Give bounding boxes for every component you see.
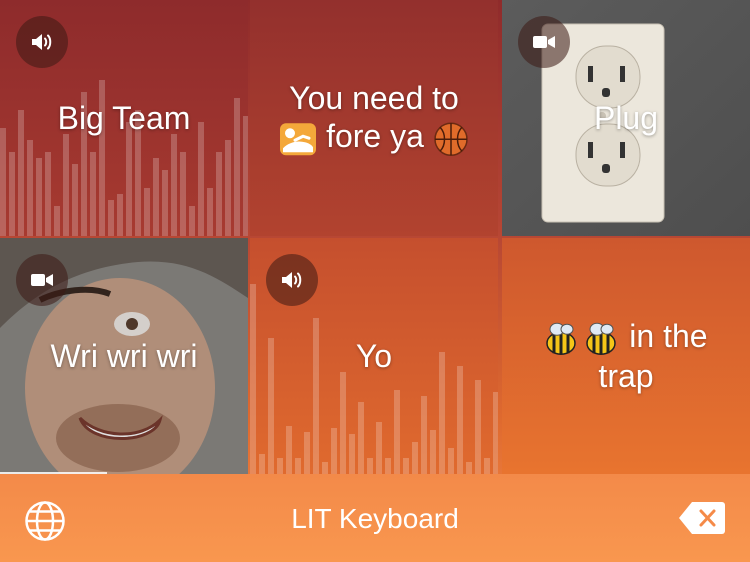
video-badge [518, 16, 570, 68]
tile-you-need-to[interactable]: You need to fore ya [250, 0, 498, 236]
video-camera-icon [31, 274, 53, 286]
sunbather-emoji [280, 122, 317, 155]
basketball-emoji [434, 122, 468, 156]
gif-grid: Big Team You need to fore ya Plug Wri wr… [0, 0, 750, 474]
tile-wri-wri-wri[interactable]: Wri wri wri [0, 238, 248, 474]
tile-caption: 🐝🐝 in the [502, 317, 750, 395]
tile-caption: Plug [593, 100, 659, 136]
caption-line-1: You need to [289, 80, 459, 117]
audio-badge [16, 16, 68, 68]
tile-bees-in-the-trap[interactable]: 🐝🐝 in the [502, 238, 750, 474]
caption-line-1: 🐝🐝 in the [512, 317, 740, 357]
backspace-icon[interactable] [678, 501, 726, 535]
caption-line-2: fore ya [260, 117, 488, 157]
keyboard-bottom-bar: LIT Keyboard [0, 474, 750, 562]
tile-plug[interactable]: Plug [502, 0, 750, 236]
tile-yo[interactable]: Yo [250, 238, 498, 474]
tile-caption: Wri wri wri [50, 338, 198, 374]
caption-line-2: trap [598, 357, 654, 394]
video-camera-icon [533, 36, 555, 48]
tile-caption: You need to fore ya [250, 79, 498, 157]
bee-emoji-icon [546, 322, 617, 355]
audio-badge [266, 254, 318, 306]
video-badge [16, 254, 68, 306]
tile-big-team[interactable]: Big Team [0, 0, 248, 236]
audio-waveform [0, 80, 248, 236]
bee-emoji: 🐝🐝 [544, 317, 545, 318]
speaker-icon [32, 34, 52, 50]
caption-line-1-text: in the [629, 318, 708, 355]
keyboard-title: LIT Keyboard [291, 503, 459, 534]
caption-line-2-text: fore ya [326, 118, 424, 155]
audio-waveform [250, 284, 498, 474]
tile-caption: Yo [355, 338, 393, 374]
speaker-icon [282, 272, 302, 288]
tile-caption: Big Team [57, 100, 191, 136]
